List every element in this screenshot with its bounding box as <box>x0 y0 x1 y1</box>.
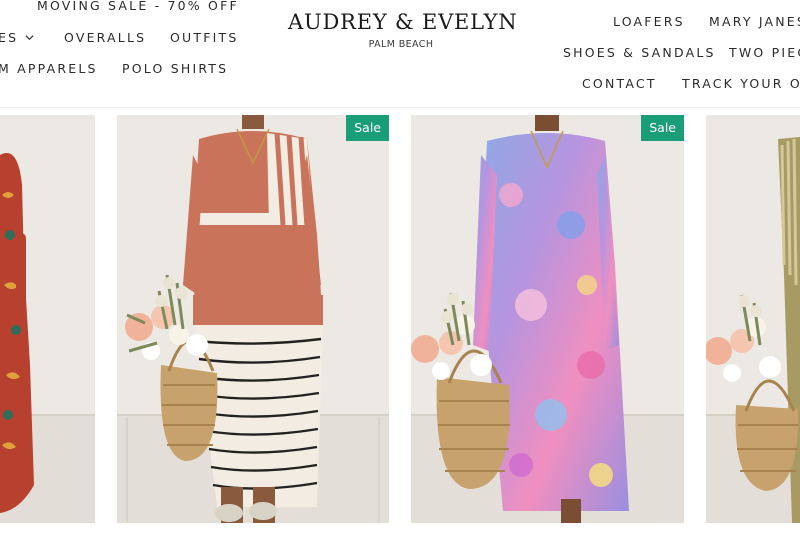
nav-moving-sale[interactable]: MOVING SALE - 70% OFF <box>37 0 239 13</box>
brand-logo[interactable]: AUDREY & EVELYN PALM BEACH <box>288 10 518 62</box>
sale-badge: Sale <box>346 115 389 141</box>
sale-badge: Sale <box>641 115 684 141</box>
product-card[interactable] <box>706 115 800 523</box>
nav-track-order[interactable]: TRACK YOUR OR <box>682 76 800 91</box>
nav-polo-shirts[interactable]: POLO SHIRTS <box>122 61 228 76</box>
nav-mary-janes[interactable]: MARY JANES <box>709 14 800 29</box>
product-image <box>0 115 95 523</box>
nav-loafers[interactable]: LOAFERS <box>613 14 685 29</box>
product-card[interactable]: Sale <box>411 115 684 523</box>
nav-contact[interactable]: CONTACT <box>582 76 657 91</box>
chevron-down-icon <box>24 32 35 43</box>
product-image <box>411 115 684 523</box>
nav-outfits[interactable]: OUTFITS <box>170 30 238 45</box>
logo-location-tag: PALM BEACH <box>359 37 444 52</box>
nav-overalls[interactable]: OVERALLS <box>64 30 146 45</box>
site-header: MOVING SALE - 70% OFF ES OVERALLS OUTFIT… <box>0 0 800 108</box>
nav-dresses-label: ES <box>0 30 19 45</box>
nav-premium-apparels[interactable]: M APPARELS <box>0 61 98 76</box>
logo-name: AUDREY & EVELYN <box>288 10 518 34</box>
nav-dresses[interactable]: ES <box>0 30 35 45</box>
product-card[interactable]: Sale <box>117 115 389 523</box>
nav-two-piece[interactable]: TWO PIEC <box>729 45 800 60</box>
product-image <box>706 115 800 523</box>
product-card[interactable] <box>0 115 95 523</box>
product-image <box>117 115 389 523</box>
nav-shoes-sandals[interactable]: SHOES & SANDALS <box>563 45 716 60</box>
